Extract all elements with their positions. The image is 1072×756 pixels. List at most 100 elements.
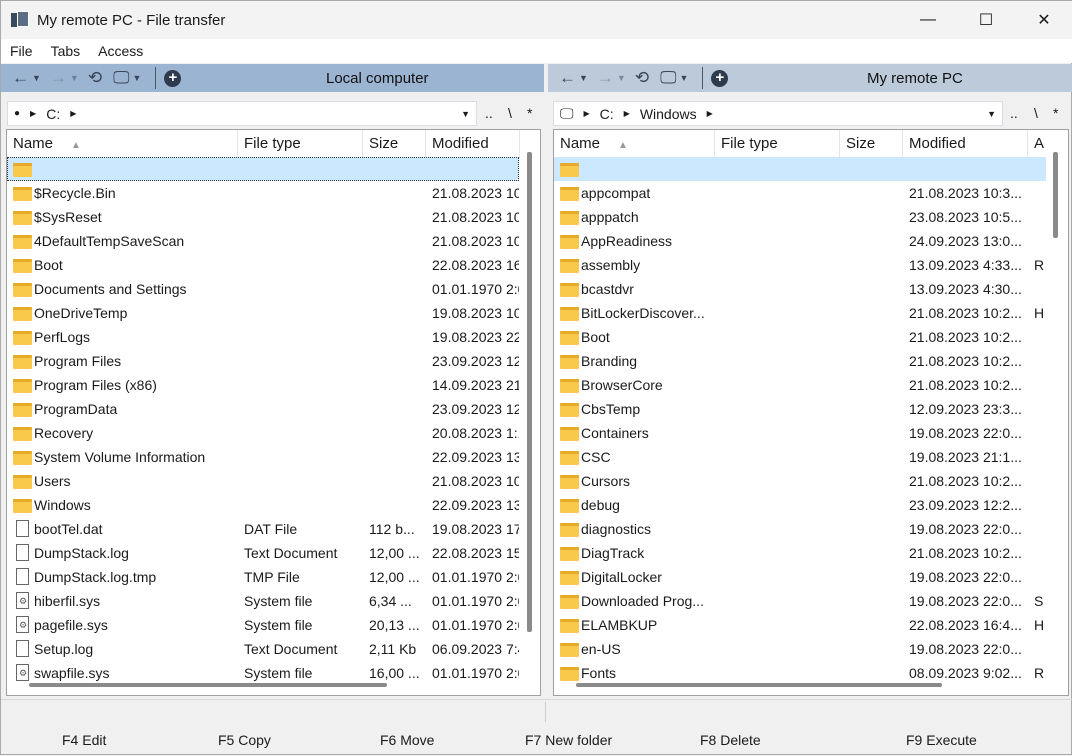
- file-row[interactable]: en-US 19.08.2023 22:0...: [554, 637, 1046, 661]
- back-dropdown-icon[interactable]: ▼: [32, 73, 41, 83]
- back-icon[interactable]: ←: [559, 68, 576, 88]
- file-row[interactable]: DumpStack.log.tmp TMP File 12,00 ... 01.01.…: [7, 565, 519, 589]
- file-row[interactable]: Program Files (x86) 14.09.2023 21: [7, 373, 519, 397]
- root-dir-button[interactable]: \: [1034, 105, 1038, 121]
- file-row[interactable]: Windows 22.09.2023 13: [7, 493, 519, 517]
- column-file-type[interactable]: File type: [238, 130, 363, 158]
- refresh-icon[interactable]: ⟲: [88, 68, 102, 88]
- back-icon[interactable]: ←: [12, 68, 29, 88]
- file-row[interactable]: $SysReset 21.08.2023 10: [7, 205, 519, 229]
- menu-tabs[interactable]: Tabs: [42, 43, 90, 59]
- parent-dir-button[interactable]: ..: [485, 105, 493, 121]
- file-row[interactable]: [554, 157, 1046, 181]
- file-row[interactable]: Users 21.08.2023 10: [7, 469, 519, 493]
- f8-delete-button[interactable]: F8 Delete: [700, 732, 761, 748]
- path-dropdown-icon[interactable]: ▼: [987, 109, 996, 119]
- file-row[interactable]: BitLockerDiscover... 21.08.2023 10:2... H: [554, 301, 1046, 325]
- file-row[interactable]: ProgramData 23.09.2023 12: [7, 397, 519, 421]
- forward-icon[interactable]: →: [50, 68, 67, 88]
- root-icon[interactable]: ●: [14, 108, 20, 119]
- file-row[interactable]: Containers 19.08.2023 22:0...: [554, 421, 1046, 445]
- computer-icon[interactable]: 🖵: [560, 105, 574, 122]
- file-row[interactable]: DumpStack.log Text Document 12,00 ... 22.08…: [7, 541, 519, 565]
- path-dropdown-icon[interactable]: ▼: [461, 109, 470, 119]
- file-row[interactable]: Setup.log Text Document 2,11 Kb 06.09.2023 …: [7, 637, 519, 661]
- column-file-type[interactable]: File type: [715, 130, 840, 158]
- file-row[interactable]: CbsTemp 12.09.2023 23:3...: [554, 397, 1046, 421]
- f6-move-button[interactable]: F6 Move: [380, 732, 434, 748]
- file-row[interactable]: swapfile.sys System file 16,00 ... 01.01.19…: [7, 661, 519, 681]
- file-row[interactable]: appcompat 21.08.2023 10:3...: [554, 181, 1046, 205]
- column-name[interactable]: Name ▲: [554, 130, 715, 158]
- column-size[interactable]: Size: [840, 130, 903, 158]
- menu-access[interactable]: Access: [89, 43, 152, 59]
- filter-button[interactable]: *: [527, 105, 532, 121]
- file-row[interactable]: Fonts 08.09.2023 9:02... R: [554, 661, 1046, 681]
- file-row[interactable]: hiberfil.sys System file 6,34 ... 01.01.197…: [7, 589, 519, 613]
- path-crumb[interactable]: C:: [46, 106, 60, 122]
- path-crumb[interactable]: Windows: [640, 106, 697, 122]
- file-row[interactable]: 4DefaultTempSaveScan 21.08.2023 10: [7, 229, 519, 253]
- file-row[interactable]: debug 23.09.2023 12:2...: [554, 493, 1046, 517]
- file-row[interactable]: Cursors 21.08.2023 10:2...: [554, 469, 1046, 493]
- file-row[interactable]: Documents and Settings 01.01.1970 2:0: [7, 277, 519, 301]
- horizontal-scrollbar[interactable]: [576, 683, 942, 687]
- f7-new-folder-button[interactable]: F7 New folder: [525, 732, 612, 748]
- parent-dir-button[interactable]: ..: [1010, 105, 1018, 121]
- filter-button[interactable]: *: [1053, 105, 1058, 121]
- root-dir-button[interactable]: \: [508, 105, 512, 121]
- file-row[interactable]: bcastdvr 13.09.2023 4:30...: [554, 277, 1046, 301]
- file-row[interactable]: Branding 21.08.2023 10:2...: [554, 349, 1046, 373]
- computer-dropdown-icon[interactable]: ▼: [132, 73, 141, 83]
- path-bar[interactable]: ● ▶ C: ▶ ▼: [7, 101, 477, 126]
- back-dropdown-icon[interactable]: ▼: [579, 73, 588, 83]
- file-row[interactable]: apppatch 23.08.2023 10:5...: [554, 205, 1046, 229]
- forward-dropdown-icon[interactable]: ▼: [70, 73, 79, 83]
- forward-icon[interactable]: →: [597, 68, 614, 88]
- file-row[interactable]: assembly 13.09.2023 4:33... R: [554, 253, 1046, 277]
- path-bar[interactable]: 🖵 ▶ C: ▶ Windows ▶ ▼: [553, 101, 1003, 126]
- refresh-icon[interactable]: ⟲: [635, 68, 649, 88]
- f4-edit-button[interactable]: F4 Edit: [62, 732, 106, 748]
- file-row[interactable]: DiagTrack 21.08.2023 10:2...: [554, 541, 1046, 565]
- computer-icon[interactable]: 🖵: [660, 68, 676, 88]
- f5-copy-button[interactable]: F5 Copy: [218, 732, 271, 748]
- horizontal-scrollbar[interactable]: [29, 683, 387, 687]
- file-row[interactable]: OneDriveTemp 19.08.2023 10: [7, 301, 519, 325]
- computer-dropdown-icon[interactable]: ▼: [679, 73, 688, 83]
- f9-execute-button[interactable]: F9 Execute: [906, 732, 977, 748]
- menu-file[interactable]: File: [1, 43, 42, 59]
- column-modified[interactable]: Modified: [426, 130, 520, 158]
- file-row[interactable]: bootTel.dat DAT File 112 b... 19.08.2023 17: [7, 517, 519, 541]
- file-row[interactable]: AppReadiness 24.09.2023 13:0...: [554, 229, 1046, 253]
- add-icon[interactable]: +: [711, 69, 729, 87]
- add-icon[interactable]: +: [164, 69, 182, 87]
- file-row[interactable]: pagefile.sys System file 20,13 ... 01.01.19…: [7, 613, 519, 637]
- vertical-scrollbar[interactable]: [527, 152, 532, 632]
- file-row[interactable]: PerfLogs 19.08.2023 22: [7, 325, 519, 349]
- file-row[interactable]: Program Files 23.09.2023 12: [7, 349, 519, 373]
- file-row[interactable]: Recovery 20.08.2023 1:1: [7, 421, 519, 445]
- file-row[interactable]: CSC 19.08.2023 21:1...: [554, 445, 1046, 469]
- path-crumb[interactable]: C:: [600, 106, 614, 122]
- column-size[interactable]: Size: [363, 130, 426, 158]
- column-name[interactable]: Name ▲: [7, 130, 238, 158]
- file-row[interactable]: $Recycle.Bin 21.08.2023 10: [7, 181, 519, 205]
- file-row[interactable]: [7, 157, 519, 181]
- close-button[interactable]: ✕: [1015, 1, 1072, 39]
- file-row[interactable]: ELAMBKUP 22.08.2023 16:4... H: [554, 613, 1046, 637]
- forward-dropdown-icon[interactable]: ▼: [617, 73, 626, 83]
- minimize-button[interactable]: —: [899, 1, 957, 39]
- file-row[interactable]: diagnostics 19.08.2023 22:0...: [554, 517, 1046, 541]
- file-row[interactable]: DigitalLocker 19.08.2023 22:0...: [554, 565, 1046, 589]
- file-row[interactable]: Boot 21.08.2023 10:2...: [554, 325, 1046, 349]
- vertical-scrollbar[interactable]: [1053, 152, 1058, 238]
- file-row[interactable]: Downloaded Prog... 19.08.2023 22:0... S: [554, 589, 1046, 613]
- file-row[interactable]: BrowserCore 21.08.2023 10:2...: [554, 373, 1046, 397]
- computer-icon[interactable]: 🖵: [113, 68, 129, 88]
- file-row[interactable]: Boot 22.08.2023 16: [7, 253, 519, 277]
- file-row[interactable]: System Volume Information 22.09.2023 13: [7, 445, 519, 469]
- column-modified[interactable]: Modified: [903, 130, 1028, 158]
- maximize-button[interactable]: ☐: [957, 1, 1015, 39]
- column-attributes[interactable]: A: [1028, 130, 1048, 158]
